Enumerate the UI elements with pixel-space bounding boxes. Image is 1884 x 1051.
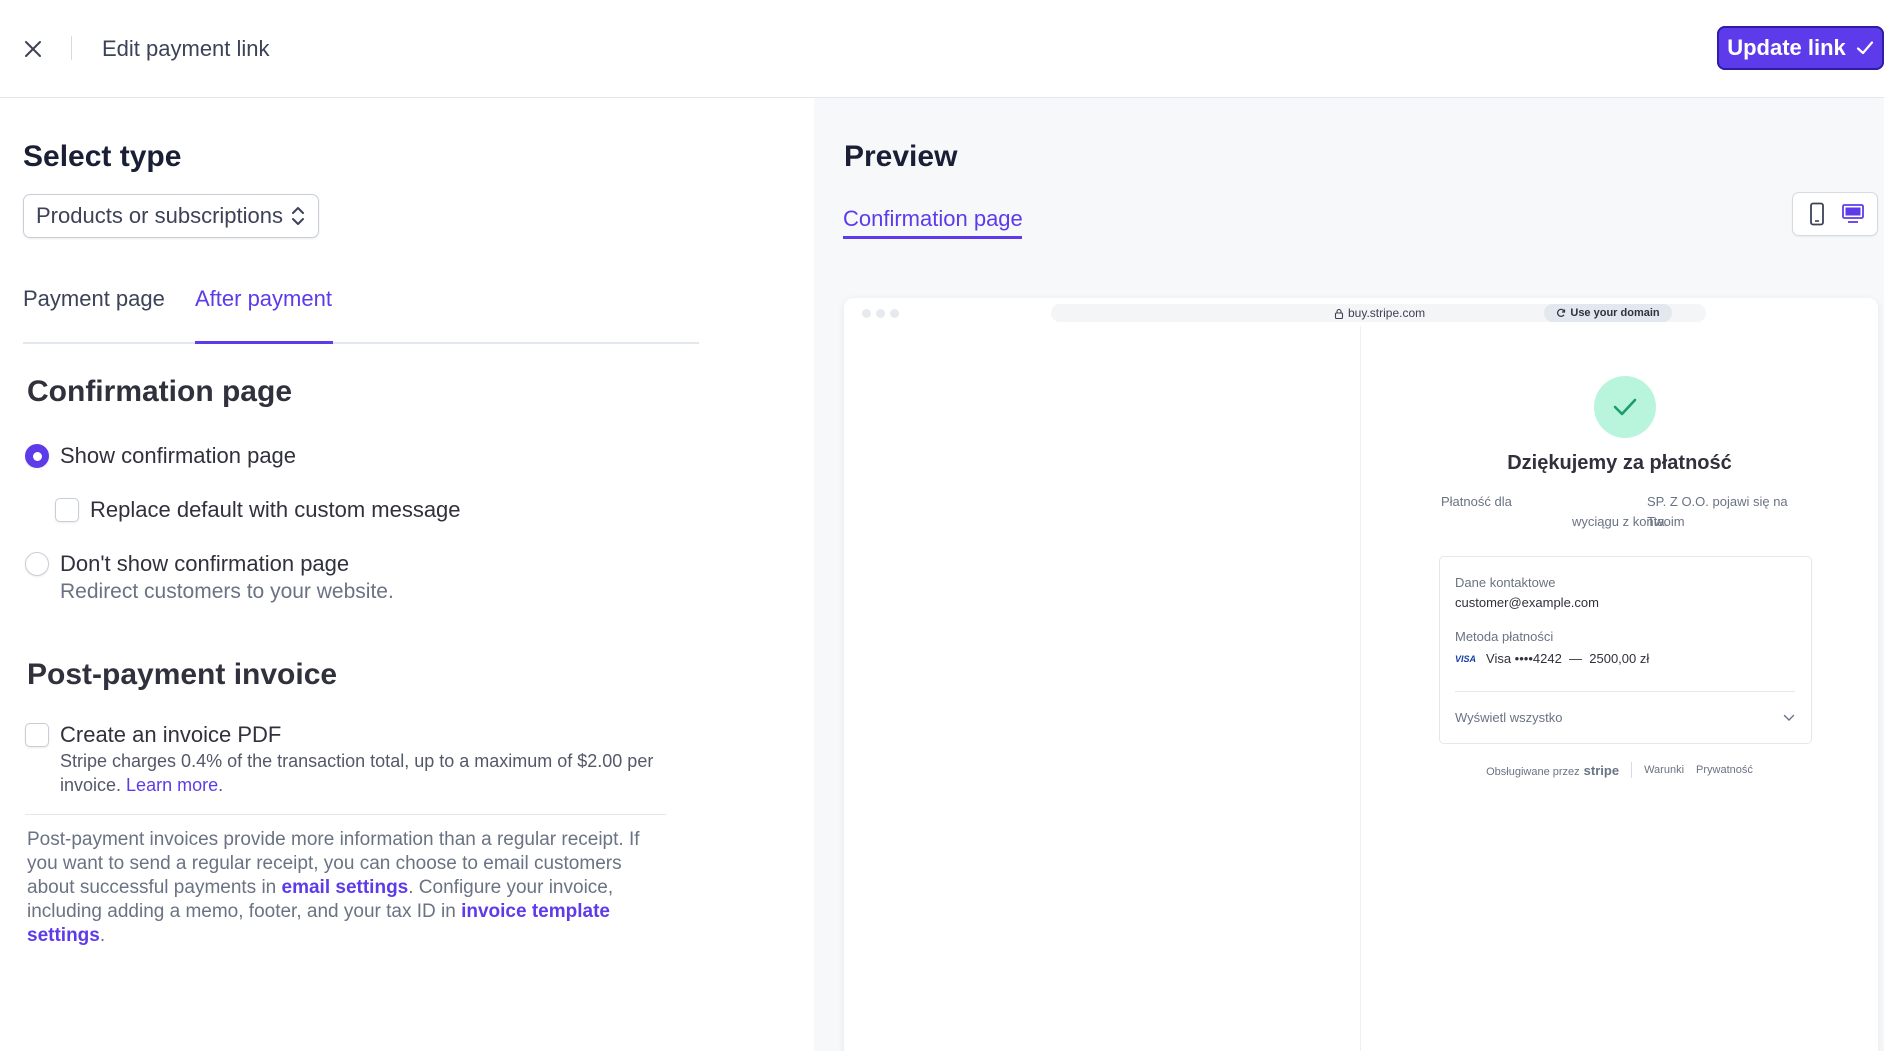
page-title: Edit payment link — [102, 36, 270, 61]
device-toggle — [1792, 192, 1878, 236]
use-your-domain-button[interactable]: Use your domain — [1544, 304, 1672, 322]
update-link-label: Update link — [1727, 35, 1846, 60]
payment-method-value: VISA Visa ••••4242 — 2500,00 zł — [1455, 651, 1649, 666]
payment-summary-card: Dane kontaktowe customer@example.com Met… — [1439, 556, 1812, 744]
invoice-heading: Post-payment invoice — [27, 658, 338, 691]
custom-message-option[interactable]: Replace default with custom message — [55, 496, 461, 524]
preview-panel: Preview Confirmation page buy.stripe.com… — [814, 98, 1884, 1051]
section-divider — [25, 814, 666, 815]
tab-after-payment[interactable]: After payment — [195, 286, 332, 312]
powered-by: Obsługiwane przez stripe — [1486, 763, 1619, 778]
use-your-domain-label: Use your domain — [1570, 307, 1660, 319]
invoice-info-text: Post-payment invoices provide more infor… — [27, 828, 667, 948]
dont-show-confirmation-radio[interactable] — [25, 552, 49, 576]
check-icon — [1613, 398, 1637, 416]
tab-preview-confirmation[interactable]: Confirmation page — [843, 206, 1023, 232]
create-invoice-checkbox[interactable] — [25, 723, 49, 747]
preview-footer: Obsługiwane przez stripe Warunki Prywatno… — [1361, 762, 1878, 778]
chevron-down-icon — [1783, 714, 1795, 721]
contact-label: Dane kontaktowe — [1455, 575, 1556, 590]
thanks-heading: Dziękujemy za płatność — [1507, 452, 1732, 474]
active-tab-indicator — [195, 341, 333, 344]
footer-divider — [1631, 762, 1633, 778]
update-link-button[interactable]: Update link — [1717, 26, 1884, 70]
mobile-view-button[interactable] — [1801, 198, 1833, 230]
mobile-icon — [1810, 202, 1824, 226]
url-text: buy.stripe.com — [1348, 306, 1426, 320]
visa-icon: VISA — [1455, 653, 1477, 664]
show-confirmation-radio[interactable] — [25, 444, 49, 468]
dont-show-confirmation-option[interactable]: Don't show confirmation page Redirect cu… — [25, 550, 394, 606]
show-all-toggle[interactable]: Wyświetl wszystko — [1455, 710, 1795, 725]
close-button[interactable] — [18, 34, 48, 64]
email-settings-link[interactable]: email settings — [282, 877, 409, 898]
payment-note-part2: SP. Z O.O. pojawi się na Twoim — [1647, 494, 1788, 529]
payment-method-text: Visa ••••4242 — 2500,00 zł — [1486, 651, 1650, 666]
learn-more-link[interactable]: Learn more — [126, 775, 218, 795]
type-select[interactable]: Products or subscriptions — [23, 194, 319, 238]
preview-confirmation-column: Dziękujemy za płatność Płatność dla SP. … — [1360, 326, 1878, 1051]
success-badge — [1594, 376, 1656, 438]
desktop-view-button[interactable] — [1837, 198, 1869, 230]
select-type-heading: Select type — [23, 140, 182, 173]
settings-tabs: Payment page After payment — [23, 276, 699, 344]
create-invoice-description: Stripe charges 0.4% of the transaction t… — [60, 751, 654, 795]
type-select-value: Products or subscriptions — [36, 203, 283, 228]
tab-payment-page[interactable]: Payment page — [23, 286, 165, 312]
privacy-link[interactable]: Prywatność — [1696, 764, 1753, 776]
show-confirmation-option[interactable]: Show confirmation page — [25, 442, 296, 470]
payment-note: Płatność dla SP. Z O.O. pojawi się na Tw… — [1441, 492, 1811, 532]
stripe-logo: stripe — [1583, 762, 1620, 778]
contact-value: customer@example.com — [1455, 595, 1599, 610]
confirmation-heading: Confirmation page — [27, 375, 293, 408]
preview-heading: Preview — [844, 140, 958, 173]
chevron-updown-icon — [292, 207, 304, 225]
create-invoice-option[interactable]: Create an invoice PDF Stripe charges 0.4… — [25, 721, 665, 797]
window-dot — [862, 309, 871, 318]
preview-tab-indicator — [843, 236, 1022, 239]
refresh-icon — [1557, 308, 1566, 317]
card-divider — [1455, 691, 1795, 692]
top-bar: Edit payment link Update link — [0, 0, 1884, 98]
close-icon — [25, 41, 41, 57]
show-all-label: Wyświetl wszystko — [1455, 710, 1563, 725]
powered-by-label: Obsługiwane przez — [1486, 765, 1580, 778]
check-icon — [1856, 41, 1873, 55]
preview-product-column — [844, 326, 1360, 1051]
window-dot — [876, 309, 885, 318]
settings-panel: Select type Products or subscriptions Pa… — [0, 98, 814, 1051]
info-text-part3: . — [99, 925, 106, 946]
payment-method-label: Metoda płatności — [1455, 629, 1554, 644]
lock-icon — [1334, 308, 1344, 319]
header-divider — [71, 36, 72, 60]
create-invoice-label: Create an invoice PDF — [60, 722, 282, 747]
desktop-icon — [1842, 204, 1864, 223]
dont-show-confirmation-description: Redirect customers to your website. — [60, 580, 394, 603]
show-confirmation-label: Show confirmation page — [60, 443, 297, 468]
browser-bar: buy.stripe.com Use your domain — [844, 298, 1878, 326]
custom-message-label: Replace default with custom message — [90, 497, 461, 522]
dont-show-confirmation-label: Don't show confirmation page — [60, 551, 350, 576]
address-url: buy.stripe.com — [1334, 306, 1425, 320]
window-dot — [890, 309, 899, 318]
browser-preview: buy.stripe.com Use your domain Dziękujem… — [844, 298, 1878, 1051]
terms-link[interactable]: Warunki — [1644, 764, 1684, 776]
custom-message-checkbox[interactable] — [55, 498, 79, 522]
